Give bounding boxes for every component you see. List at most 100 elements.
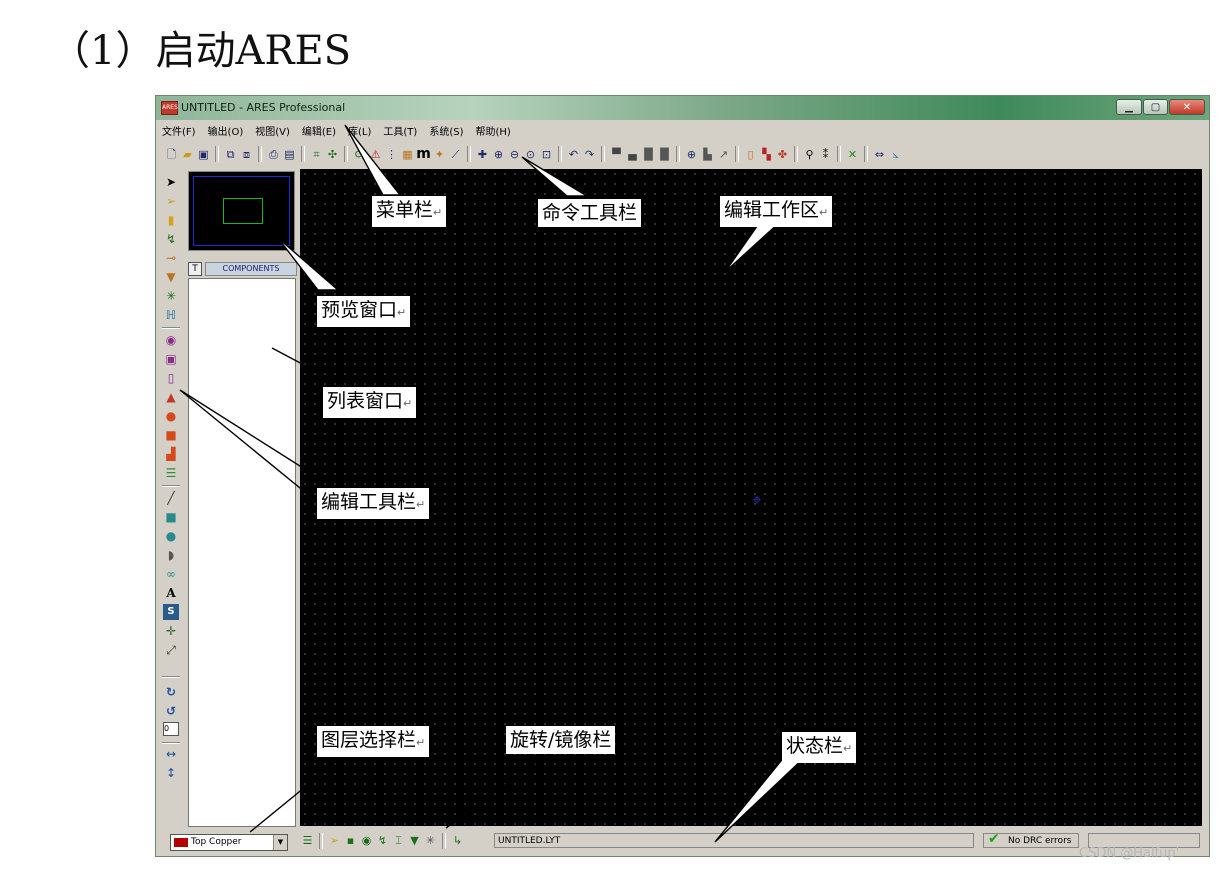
netlist-icon[interactable]: ⌗ — [309, 147, 324, 162]
print-setup-icon[interactable]: ▤ — [282, 147, 297, 162]
layer-selector[interactable]: Top Copper ▼ — [170, 834, 288, 851]
autoroute-icon[interactable]: ✣ — [325, 147, 340, 162]
import-icon[interactable]: ⧉ — [223, 147, 238, 162]
edge-pad-icon[interactable]: ▲ — [163, 389, 179, 405]
menu-edit[interactable]: 编辑(E) — [302, 123, 336, 139]
path-icon[interactable]: ∞ — [163, 566, 179, 582]
minimize-button[interactable]: ▁ — [1116, 99, 1142, 115]
text-icon[interactable]: A — [163, 585, 179, 601]
rect-smt-icon[interactable]: ■ — [163, 427, 179, 443]
block-move-icon[interactable]: ▄ — [625, 147, 640, 162]
preview-window[interactable] — [188, 171, 295, 251]
title-bar[interactable]: ARES UNTITLED - ARES Professional ▁ ▢ ✕ — [156, 96, 1209, 120]
symbol-icon[interactable]: S — [163, 604, 179, 620]
line-icon[interactable]: ╱ — [163, 490, 179, 506]
redo-icon[interactable]: ↷ — [582, 147, 597, 162]
square-pad-icon[interactable]: ▣ — [163, 351, 179, 367]
ratsnest-filter-icon[interactable]: ✳ — [423, 833, 438, 848]
zoom-out-icon[interactable]: ⊖ — [507, 147, 522, 162]
box-icon[interactable]: ■ — [163, 509, 179, 525]
close-button[interactable]: ✕ — [1169, 99, 1205, 115]
menu-file[interactable]: 文件(F) — [162, 123, 196, 139]
rotate-ccw-icon[interactable]: ↺ — [163, 703, 179, 719]
print-icon[interactable]: ⎙ — [266, 147, 281, 162]
gerber-icon[interactable]: ⦣ — [888, 147, 903, 162]
dil-pad-icon[interactable]: ▯ — [163, 370, 179, 386]
circle-icon[interactable]: ● — [163, 528, 179, 544]
grid-icon[interactable]: ⋮ — [384, 147, 399, 162]
new-file-icon[interactable]: 🗋 — [164, 147, 179, 162]
pan-icon[interactable]: ✚ — [475, 147, 490, 162]
menu-help[interactable]: 帮助(H) — [475, 123, 510, 139]
via-icon[interactable]: ⊸ — [163, 250, 179, 266]
save-icon[interactable]: ▣ — [196, 147, 211, 162]
edit-workspace[interactable]: ⌖ — [300, 169, 1202, 826]
zoom-in-icon[interactable]: ⊕ — [491, 147, 506, 162]
refresh-icon[interactable]: ⟳ — [352, 147, 367, 162]
zoom-area-icon[interactable]: ⊡ — [539, 147, 554, 162]
export-icon[interactable]: ⧈ — [239, 147, 254, 162]
components-tab[interactable]: COMPONENTS — [205, 262, 297, 276]
round-pad-icon[interactable]: ◉ — [163, 332, 179, 348]
toolbar-separator — [319, 833, 323, 849]
resize-icon[interactable]: ⇔ — [872, 147, 887, 162]
layers-stack-icon[interactable]: ☰ — [300, 833, 315, 848]
search-icon[interactable]: ⚲ — [802, 147, 817, 162]
graphics-filter-icon[interactable]: ▼ — [407, 833, 422, 848]
label-preview-text: 预览窗口 — [321, 299, 398, 321]
track-icon[interactable]: ↯ — [163, 231, 179, 247]
zoom-all-icon[interactable]: ⊙ — [523, 147, 538, 162]
undo-icon[interactable]: ↶ — [566, 147, 581, 162]
rotate-cw-icon[interactable]: ↻ — [163, 684, 179, 700]
polygon-pad-icon[interactable]: ▟ — [163, 446, 179, 462]
decompose-icon[interactable]: ↗ — [716, 147, 731, 162]
design-explorer-icon[interactable]: ▯ — [743, 147, 758, 162]
selection-filter-icon[interactable]: ↳ — [450, 833, 465, 848]
component-filter-icon[interactable]: ➢ — [327, 833, 342, 848]
menu-output[interactable]: 输出(O) — [208, 123, 244, 139]
open-folder-icon[interactable]: ▰ — [180, 147, 195, 162]
dimension-icon[interactable]: ⤢ — [163, 642, 179, 658]
circle-smt-icon[interactable]: ● — [163, 408, 179, 424]
rotation-angle-input[interactable]: 0 — [163, 722, 179, 736]
block-delete-icon[interactable]: █ — [657, 147, 672, 162]
marker-icon[interactable]: ✛ — [163, 623, 179, 639]
real-time-snap-icon[interactable]: ⟋ — [448, 147, 463, 162]
zone-icon[interactable]: ▼ — [163, 269, 179, 285]
menu-system[interactable]: 系统(S) — [429, 123, 463, 139]
track-filter-icon[interactable]: ↯ — [375, 833, 390, 848]
arc-icon[interactable]: ◗ — [163, 547, 179, 563]
flip-icon[interactable]: ⚠ — [368, 147, 383, 162]
drc-status[interactable]: ✔ No DRC errors — [983, 832, 1079, 848]
block-rotate-icon[interactable]: █ — [641, 147, 656, 162]
select-arrow-icon[interactable]: ➤ — [163, 174, 179, 190]
components-list[interactable] — [188, 278, 296, 827]
menu-view[interactable]: 视图(V) — [255, 123, 290, 139]
component-icon[interactable]: ➢ — [163, 193, 179, 209]
make-package-icon[interactable]: ▙ — [700, 147, 715, 162]
watermark: CSDN @Halfup' — [1079, 846, 1180, 861]
drc-icon[interactable]: ✕ — [845, 147, 860, 162]
origin-icon[interactable]: ✦ — [432, 147, 447, 162]
padstack-icon[interactable]: ☰ — [163, 465, 179, 481]
menu-tools[interactable]: 工具(T) — [383, 123, 417, 139]
components-t-button[interactable]: T — [188, 262, 202, 276]
tag-icon[interactable]: ⁑ — [818, 147, 833, 162]
package-icon[interactable]: ▮ — [163, 212, 179, 228]
place-icon[interactable]: ✤ — [775, 147, 790, 162]
menu-library[interactable]: 库(L) — [348, 123, 371, 139]
mirror-y-icon[interactable]: ↕ — [163, 765, 179, 781]
pick-icon[interactable]: ⊕ — [684, 147, 699, 162]
package-tool-icon[interactable]: ▚ — [759, 147, 774, 162]
metric-icon[interactable]: m — [416, 146, 431, 162]
maximize-button[interactable]: ▢ — [1143, 99, 1168, 115]
block-copy-icon[interactable]: ▀ — [609, 147, 624, 162]
chevron-down-icon[interactable]: ▼ — [273, 835, 287, 850]
mirror-x-icon[interactable]: ↔ — [163, 746, 179, 762]
layers-icon[interactable]: ▦ — [400, 147, 415, 162]
zone-filter-icon[interactable]: ⌶ — [391, 833, 406, 848]
ratsnest-icon[interactable]: ✳ — [163, 288, 179, 304]
pad-filter-icon[interactable]: ▪ — [343, 833, 358, 848]
connectivity-icon[interactable]: ℍ — [163, 307, 179, 323]
via-filter-icon[interactable]: ◉ — [359, 833, 374, 848]
